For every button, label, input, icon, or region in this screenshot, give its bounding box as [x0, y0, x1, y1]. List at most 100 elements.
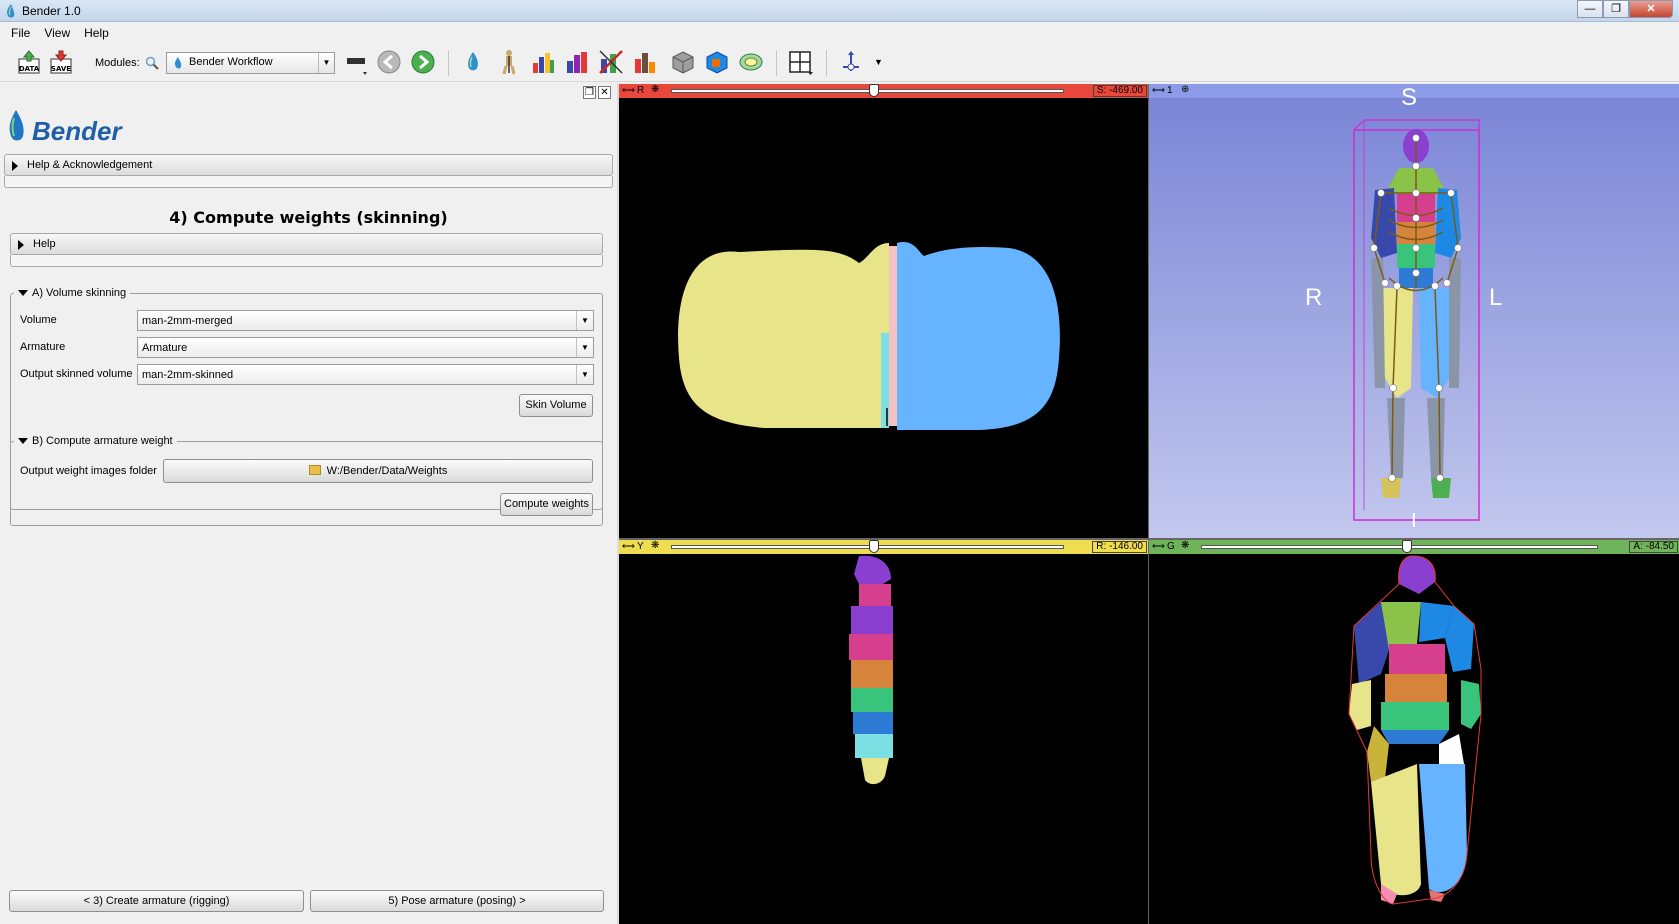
output-weight-folder-value: W:/Bender/Data/Weights — [326, 465, 448, 477]
armature-weight-icon[interactable] — [564, 49, 590, 75]
module-select[interactable]: Bender Workflow ▼ — [166, 52, 335, 74]
armature-label: Armature — [20, 341, 66, 353]
pin-icon[interactable]: ⟷ — [622, 85, 635, 96]
green-slice-slider[interactable] — [1201, 545, 1598, 549]
previous-step-button[interactable]: < 3) Create armature (rigging) — [9, 890, 304, 912]
help-acknowledgement-label: Help & Acknowledgement — [27, 159, 153, 171]
compute-weights-button[interactable]: Compute weights — [500, 493, 593, 516]
pin-icon[interactable]: ⟷ — [1152, 541, 1165, 552]
help-label: Help — [33, 238, 56, 250]
window-title: Bender 1.0 — [22, 4, 81, 18]
chevron-down-icon: ▼ — [576, 338, 593, 357]
output-weight-folder-label: Output weight images folder — [20, 465, 157, 477]
menu-bar: File View Help — [0, 23, 1679, 43]
output-weight-folder-button[interactable]: W:/Bender/Data/Weights — [163, 459, 593, 483]
3d-view-label: 1 — [1167, 85, 1173, 96]
help-toggle[interactable]: Help — [10, 233, 603, 255]
green-slice-view[interactable]: ⟷ G ❋ A: -84.50 — [1149, 540, 1679, 924]
yellow-slice-offset: R: -146.00 — [1092, 541, 1147, 553]
chevron-down-icon: ▼ — [318, 53, 334, 73]
menu-help[interactable]: Help — [77, 23, 116, 43]
yellow-slice-slider-handle[interactable] — [869, 540, 879, 553]
volume-skinning-icon[interactable] — [530, 49, 556, 75]
view-divider-horizontal — [619, 538, 1679, 540]
3d-view[interactable]: ⟷ 1 ⊕ S R L I — [1149, 84, 1679, 538]
bender-logo: Bender — [9, 110, 123, 146]
green-slice-offset: A: -84.50 — [1629, 541, 1678, 553]
save-icon[interactable]: SAVE — [48, 49, 74, 75]
help-acknowledgement-frame — [4, 176, 613, 188]
volume-select[interactable]: man-2mm-merged ▼ — [137, 310, 594, 331]
3d-render — [1149, 98, 1679, 538]
chevron-down-icon: ▼ — [576, 311, 593, 330]
red-slice-slider[interactable] — [671, 89, 1064, 93]
green-slice-slider-handle[interactable] — [1402, 540, 1412, 553]
gear-icon[interactable]: ❋ — [651, 84, 659, 95]
bender-app-icon — [7, 4, 15, 18]
pose-body-icon[interactable] — [598, 49, 624, 75]
maximize-icon[interactable]: ❐ — [1603, 0, 1629, 18]
module-icon — [174, 57, 182, 69]
crosshair-icon[interactable]: ⊕ — [1181, 84, 1189, 95]
yellow-slice-view[interactable]: ⟷ Y ❋ R: -146.00 — [619, 540, 1148, 924]
layout-menu-icon[interactable] — [344, 49, 370, 75]
load-data-icon[interactable]: DATA — [16, 49, 42, 75]
layout-grid-icon[interactable] — [788, 49, 814, 75]
module-select-value: Bender Workflow — [189, 56, 273, 68]
undock-icon[interactable]: ❐ — [583, 86, 596, 99]
red-view-label: R — [637, 85, 645, 96]
next-step-button[interactable]: 5) Pose armature (posing) > — [310, 890, 604, 912]
output-skinned-volume-label: Output skinned volume — [20, 368, 133, 380]
view-divider-vertical — [1148, 84, 1149, 924]
chevron-down-icon — [18, 438, 28, 444]
armature-select[interactable]: Armature ▼ — [137, 337, 594, 358]
chevron-down-icon[interactable]: ▼ — [874, 57, 883, 67]
red-slice-view[interactable]: ⟷ R ❋ S: -469.00 — [619, 84, 1148, 538]
chevron-right-icon — [12, 161, 18, 171]
back-arrow-icon[interactable] — [376, 49, 402, 75]
segment-icon[interactable] — [738, 49, 764, 75]
armature-icon[interactable] — [496, 49, 522, 75]
armature-select-value: Armature — [142, 342, 188, 354]
red-slice-image — [619, 98, 1148, 538]
chevron-right-icon — [18, 240, 24, 250]
green-view-controller: ⟷ G ❋ A: -84.50 — [1149, 540, 1679, 554]
close-icon[interactable]: ✕ — [598, 86, 611, 99]
red-view-controller: ⟷ R ❋ S: -469.00 — [619, 84, 1148, 98]
forward-arrow-icon[interactable] — [410, 49, 436, 75]
model-icon[interactable] — [704, 49, 730, 75]
minimize-icon[interactable]: — — [1577, 0, 1603, 18]
chevron-down-icon: ▼ — [576, 365, 593, 384]
armature-weight-toggle[interactable]: B) Compute armature weight — [14, 435, 177, 447]
crosshair-icon[interactable] — [838, 49, 864, 75]
armature-weight-title: B) Compute armature weight — [32, 435, 173, 447]
pin-icon[interactable]: ⟷ — [622, 541, 635, 552]
volume-skinning-toggle[interactable]: A) Volume skinning — [14, 287, 131, 299]
volume-skinning-title: A) Volume skinning — [32, 287, 127, 299]
title-bar: Bender 1.0 — ❐ ✕ — [0, 0, 1679, 22]
skin-volume-button[interactable]: Skin Volume — [519, 394, 593, 417]
module-panel: ❐ ✕ Bender Help & Acknowledgement 4) Com… — [0, 83, 617, 924]
green-slice-image — [1149, 554, 1679, 924]
close-icon[interactable]: ✕ — [1629, 0, 1673, 18]
bender-drop-icon[interactable] — [460, 49, 486, 75]
volume-label: Volume — [20, 314, 57, 326]
logo-text: Bender — [32, 116, 123, 146]
green-view-label: G — [1167, 541, 1175, 552]
pose-labelmap-icon[interactable] — [632, 49, 658, 75]
menu-view[interactable]: View — [37, 23, 77, 43]
output-skinned-volume-value: man-2mm-skinned — [142, 369, 234, 381]
modules-label: Modules: — [95, 57, 140, 69]
pin-icon[interactable]: ⟷ — [1152, 85, 1165, 96]
cube-icon[interactable] — [670, 49, 696, 75]
search-icon[interactable] — [145, 56, 159, 70]
gear-icon[interactable]: ❋ — [1181, 540, 1189, 551]
yellow-slice-slider[interactable] — [671, 545, 1064, 549]
menu-file[interactable]: File — [4, 23, 37, 43]
red-slice-slider-handle[interactable] — [869, 84, 879, 97]
volume-select-value: man-2mm-merged — [142, 315, 233, 327]
yellow-view-label: Y — [637, 541, 644, 552]
gear-icon[interactable]: ❋ — [651, 540, 659, 551]
output-skinned-volume-select[interactable]: man-2mm-skinned ▼ — [137, 364, 594, 385]
help-acknowledgement-toggle[interactable]: Help & Acknowledgement — [4, 154, 613, 176]
